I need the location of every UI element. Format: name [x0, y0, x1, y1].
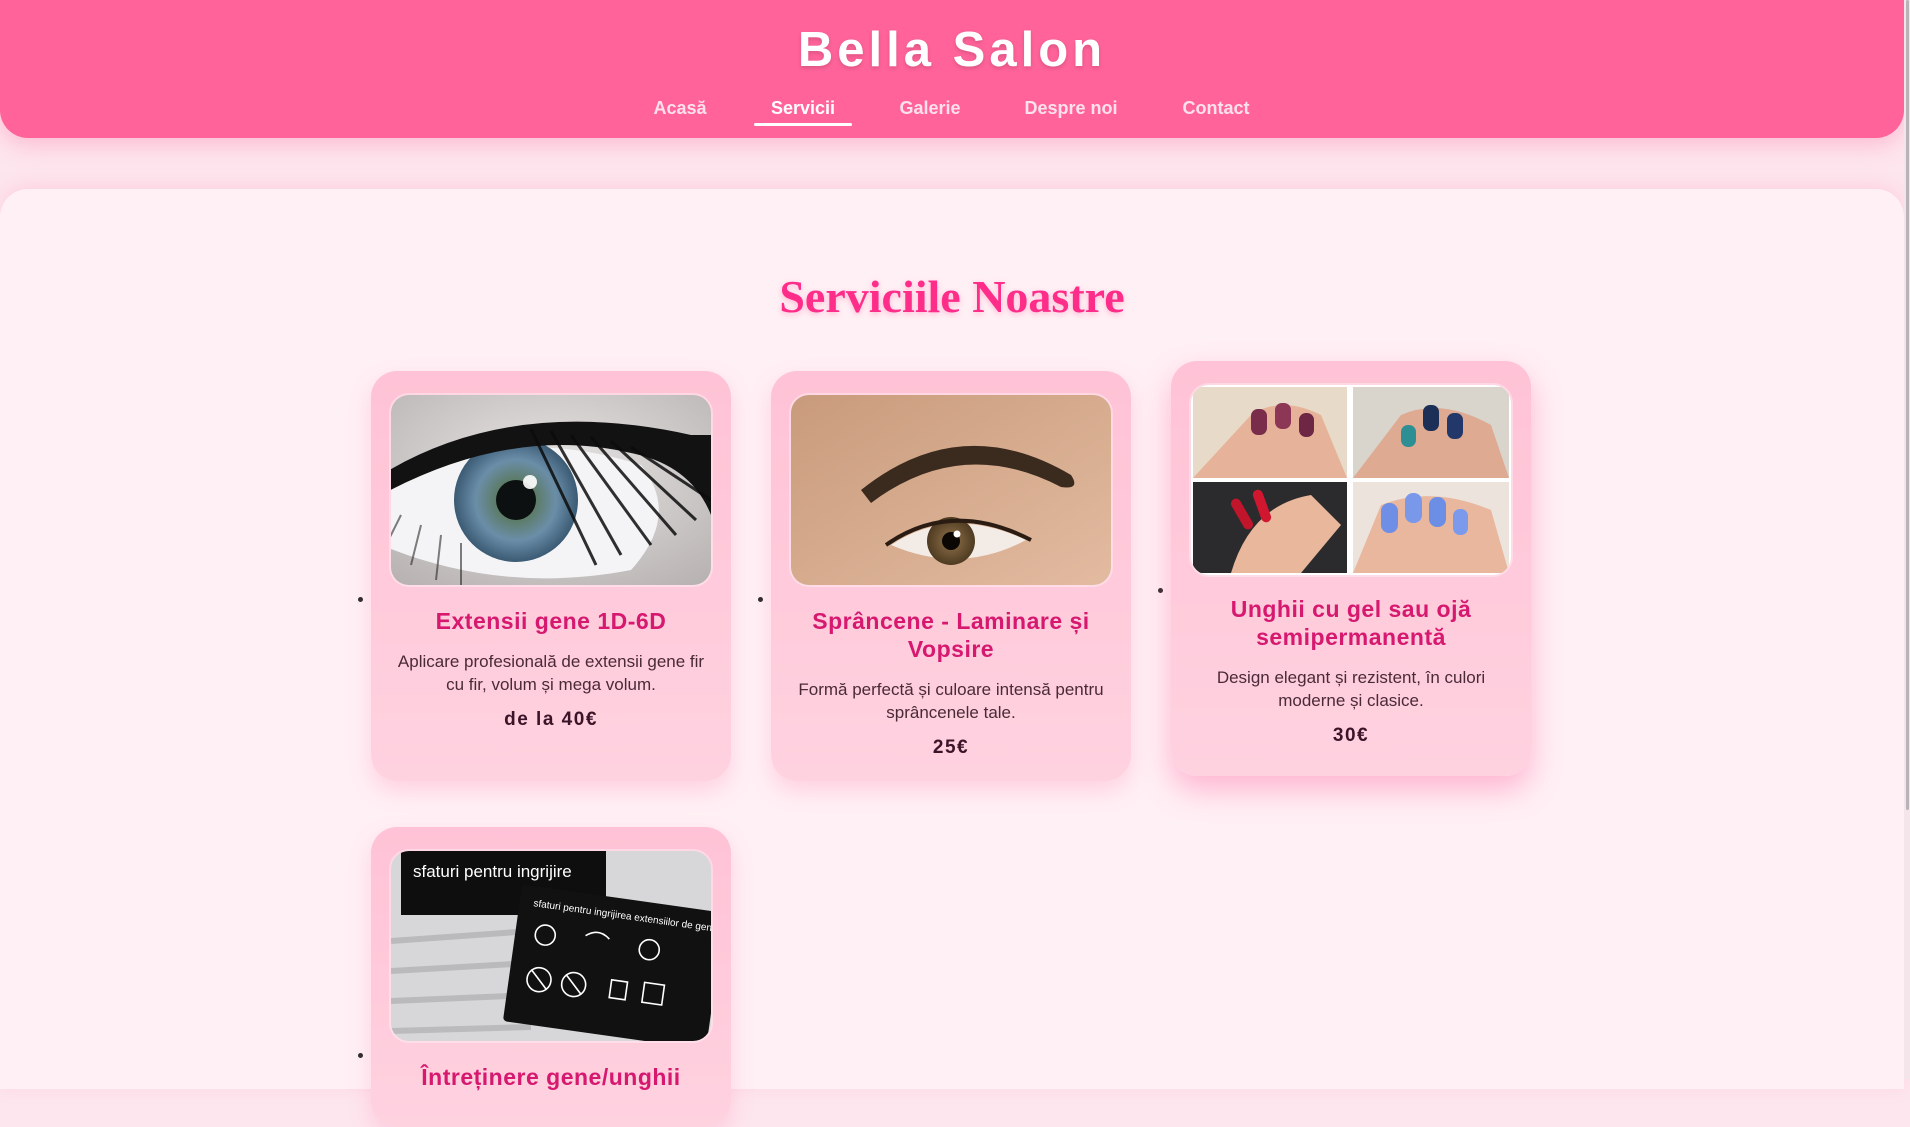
page-scrollbar[interactable]	[1904, 0, 1910, 1079]
card-description: Aplicare profesională de extensii gene f…	[397, 652, 705, 694]
list-bullet	[1158, 588, 1163, 593]
section-title: Serviciile Noastre	[779, 271, 1125, 322]
eyebrow-lamination-photo	[791, 395, 1111, 585]
service-card-aftercare[interactable]: sfaturi pentru ingrijire sfaturi pentru …	[371, 827, 731, 1127]
card-title: Întreținere gene/unghii	[421, 1064, 681, 1090]
list-bullet	[358, 1053, 363, 1058]
nav-item-acasa[interactable]: Acasă	[648, 96, 712, 126]
site-header: Bella Salon Acasă Servicii Galerie Despr…	[0, 0, 1904, 138]
service-card-nails[interactable]: Unghii cu gel sau ojă semipermanentă Des…	[1171, 361, 1531, 776]
nav-item-galerie[interactable]: Galerie	[893, 96, 967, 126]
scrollbar-thumb[interactable]	[1906, 0, 1909, 810]
image-caption: sfaturi pentru ingrijire	[413, 862, 572, 881]
brand-logo[interactable]: Bella Salon	[0, 22, 1904, 78]
list-bullet	[758, 597, 763, 602]
aftercare-tips-card-photo: sfaturi pentru ingrijire sfaturi pentru …	[391, 851, 711, 1041]
card-title: Unghii cu gel sau ojă semipermanentă	[1230, 596, 1472, 650]
card-description: Formă perfectă și culoare intensă pentru…	[798, 680, 1104, 722]
gel-nails-collage-photo	[1191, 385, 1511, 575]
nav-item-servicii[interactable]: Servicii	[754, 96, 852, 126]
card-price: de la 40€	[504, 709, 598, 730]
service-card-brows[interactable]: Sprâncene - Laminare și Vopsire Formă pe…	[771, 371, 1131, 781]
nav-item-contact[interactable]: Contact	[1176, 96, 1256, 126]
main-nav: Acasă Servicii Galerie Despre noi Contac…	[0, 96, 1904, 126]
card-title: Sprâncene - Laminare și Vopsire	[812, 608, 1090, 662]
card-description: Design elegant și rezistent, în culori m…	[1216, 668, 1486, 710]
nav-item-despre-noi[interactable]: Despre noi	[1017, 96, 1125, 126]
card-title: Extensii gene 1D-6D	[435, 608, 667, 634]
card-price: 30€	[1332, 725, 1370, 746]
service-card-lashes[interactable]: Extensii gene 1D-6D Aplicare profesional…	[371, 371, 731, 781]
list-bullet	[358, 597, 363, 602]
eyelash-extensions-photo	[391, 395, 711, 585]
card-price: 25€	[932, 737, 970, 758]
